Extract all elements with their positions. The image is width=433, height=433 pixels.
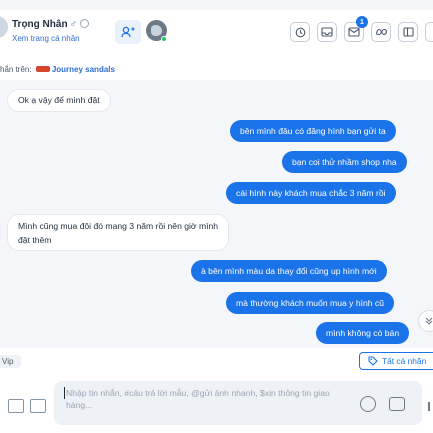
all-tags-label: Tất cả nhãn xyxy=(382,356,427,366)
notification-badge: 1 xyxy=(356,16,368,28)
text-caret xyxy=(64,387,65,399)
globe-icon xyxy=(80,19,90,28)
product-name-link[interactable]: Journey sandals xyxy=(52,65,115,74)
message-line: Mình cũng mua đôi đó mang 3 năm rồi nên … xyxy=(18,221,219,231)
send-divider xyxy=(428,402,430,411)
meta-button[interactable] xyxy=(371,22,391,42)
online-status-dot xyxy=(161,36,167,42)
message-outgoing: mình không có bán xyxy=(316,322,410,344)
history-icon xyxy=(295,27,305,37)
message-outgoing: cái hình này khách mua chắc 3 năm rồi xyxy=(226,182,396,204)
context-prefix: hắn trên: xyxy=(0,65,32,74)
meta-icon xyxy=(375,28,387,36)
message-incoming: Ok ạ vậy để mình đặt xyxy=(7,89,111,112)
template-icon[interactable] xyxy=(389,397,405,411)
message-outgoing: bên mình đâu có đăng hình bạn gửi ta xyxy=(230,120,396,142)
contact-name-text: Trọng Nhân xyxy=(12,19,68,30)
panel-toggle-button[interactable] xyxy=(398,22,418,42)
scroll-down-button[interactable] xyxy=(418,310,433,332)
contact-name[interactable]: Trọng Nhân ♂ xyxy=(12,19,90,30)
product-context: hắn trên: Journey sandals xyxy=(0,65,115,74)
message-outgoing: bạn coi thử nhầm shop nha xyxy=(282,151,407,173)
tag-vip[interactable]: Vip xyxy=(0,355,22,368)
more-button[interactable] xyxy=(425,22,433,42)
all-tags-button[interactable]: Tất cả nhãn xyxy=(359,352,433,370)
message-line: đặt thêm xyxy=(18,235,52,245)
chat-header xyxy=(0,10,433,54)
scroll-down-icon xyxy=(425,317,433,325)
inbox-icon xyxy=(321,27,333,37)
history-button[interactable] xyxy=(290,22,310,42)
message-outgoing: à bên mình màu da thay đổi cũng up hình … xyxy=(191,260,387,282)
gender-male-icon: ♂ xyxy=(69,19,78,30)
panel-icon xyxy=(402,27,414,37)
tag-icon xyxy=(368,356,378,366)
image-icon[interactable] xyxy=(30,399,46,413)
image-icon[interactable] xyxy=(8,399,24,413)
switch-user-button[interactable] xyxy=(115,20,141,44)
notification-icon xyxy=(348,27,360,37)
top-strip xyxy=(0,0,433,10)
view-profile-link[interactable]: Xem trang cá nhân xyxy=(12,34,80,43)
message-input-placeholder: Nhập tin nhắn, #câu trả lời mẫu, @gửi ản… xyxy=(66,388,330,410)
message-incoming: Mình cũng mua đôi đó mang 3 năm rồi nên … xyxy=(7,214,230,251)
switch-user-icon xyxy=(121,26,135,38)
message-outgoing: mà thường khách muốn mua y hình cũ xyxy=(226,292,395,314)
emoji-icon[interactable] xyxy=(360,396,376,412)
inbox-button[interactable] xyxy=(317,22,337,42)
product-thumbnail xyxy=(35,66,50,72)
